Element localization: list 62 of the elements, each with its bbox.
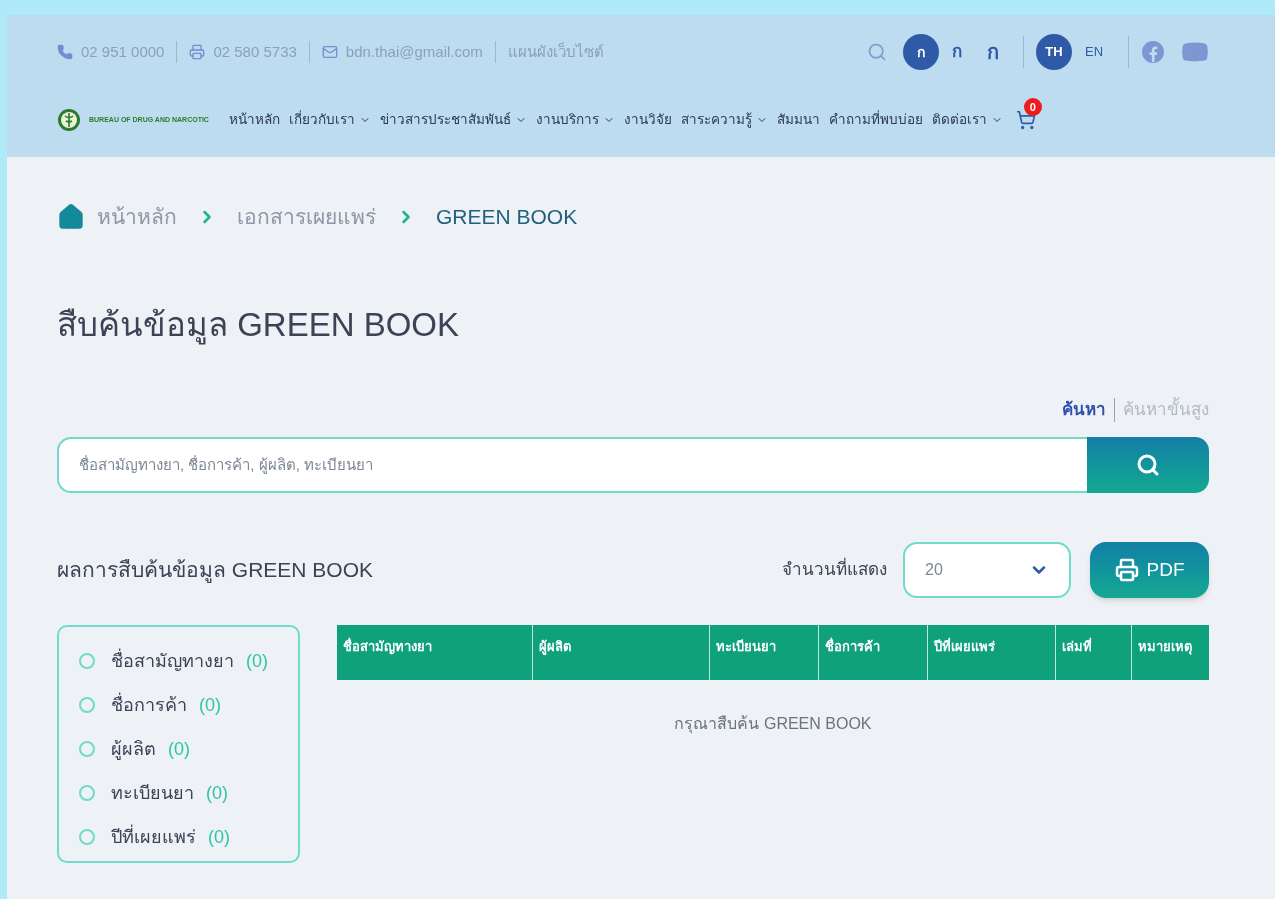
nav-item[interactable]: สัมมนา xyxy=(776,109,820,131)
search-button[interactable] xyxy=(1087,437,1209,493)
filter-label: ผู้ผลิต xyxy=(111,737,156,762)
radio-button[interactable] xyxy=(79,653,95,669)
filter-option[interactable]: ชื่อสามัญทางยา (0) xyxy=(79,639,278,683)
cart-icon[interactable] xyxy=(1015,110,1036,130)
results-title: ผลการสืบค้นข้อมูล GREEN BOOK xyxy=(57,557,374,585)
nav-item[interactable]: คำถามที่พบบ่อย xyxy=(828,109,923,131)
filter-count: (0) xyxy=(246,649,268,673)
language-button[interactable]: EN xyxy=(1076,34,1112,70)
empty-message: กรุณาสืบค้น GREEN BOOK xyxy=(673,714,873,736)
radio-button[interactable] xyxy=(79,697,95,713)
phone-icon xyxy=(57,44,73,60)
table-header-cell: ทะเบียนยา xyxy=(709,625,818,680)
radio-button[interactable] xyxy=(79,741,95,757)
cart-count-badge: 0 xyxy=(1023,98,1042,116)
radio-button[interactable] xyxy=(79,829,95,845)
filter-option[interactable]: ชื่อการค้า (0) xyxy=(79,683,278,727)
filter-count: (0) xyxy=(199,693,221,717)
table-header-cell-text: ชื่อสามัญทางยา xyxy=(342,636,433,657)
nav-item[interactable]: งานวิจัย xyxy=(623,109,672,131)
filter-label: ชื่อสามัญทางยา xyxy=(111,647,234,673)
table-header-cell: เล่มที่ xyxy=(1055,625,1131,680)
facebook-icon[interactable] xyxy=(1141,40,1165,64)
filter-label: ปีที่เผยแพร่ xyxy=(111,823,196,849)
font-size-button[interactable]: ก xyxy=(903,34,939,70)
filter-count: (0) xyxy=(168,737,190,761)
search-field[interactable]: ชื่อสามัญทางยา, ชื่อการค้า, ผู้ผลิต, ทะเบียนยา xyxy=(57,437,1087,493)
page-title: สืบค้นข้อมูล GREEN BOOK xyxy=(57,305,461,345)
radio-button[interactable] xyxy=(79,785,95,801)
printer-icon xyxy=(189,44,206,60)
font-size-button[interactable]: ก xyxy=(939,34,975,70)
filter-option[interactable]: ผู้ผลิต (0) xyxy=(79,727,278,771)
nav-item[interactable]: หน้าหลัก xyxy=(228,109,280,131)
filter-label: ชื่อการค้า xyxy=(111,691,187,717)
nav-item[interactable]: ข่าวสารประชาสัมพันธ์ xyxy=(379,109,527,131)
nav-item[interactable]: ติดต่อเรา xyxy=(931,109,1003,131)
page-size-label: จำนวนที่แสดง xyxy=(782,557,887,583)
table-header-cell: ผู้ผลิต xyxy=(532,625,709,680)
pdf-button[interactable]: PDF xyxy=(1090,542,1209,598)
search-icon xyxy=(1136,453,1160,477)
mail-icon xyxy=(321,44,338,60)
nav-item[interactable]: งานบริการ xyxy=(535,109,615,131)
table-header-cell: ปีที่เผยแพร่ xyxy=(927,625,1055,680)
filter-option[interactable]: ปีที่เผยแพร่ (0) xyxy=(79,815,278,859)
nav-item[interactable]: เกี่ยวกับเรา xyxy=(288,109,371,131)
nav-item[interactable]: สาระความรู้ xyxy=(680,109,768,131)
page-size-select[interactable]: 20 xyxy=(903,542,1071,598)
search-icon[interactable] xyxy=(867,42,887,62)
language-button[interactable]: TH xyxy=(1036,34,1072,70)
filter-label: ทะเบียนยา xyxy=(111,781,194,805)
filter-count: (0) xyxy=(206,781,228,805)
font-size-button[interactable]: ก xyxy=(975,34,1011,70)
home-icon[interactable] xyxy=(57,203,85,231)
filter-option[interactable]: ทะเบียนยา (0) xyxy=(79,771,278,815)
filter-count: (0) xyxy=(208,825,230,849)
table-header-cell: ชื่อการค้า xyxy=(818,625,927,680)
printer-icon xyxy=(1114,558,1139,582)
logo-icon xyxy=(57,108,81,132)
table-header-cell: หมายเหตุ xyxy=(1131,625,1209,680)
search-mode-tab[interactable]: ค้นหา xyxy=(1062,397,1106,423)
breadcrumb-link[interactable]: GREEN BOOK xyxy=(436,201,578,233)
